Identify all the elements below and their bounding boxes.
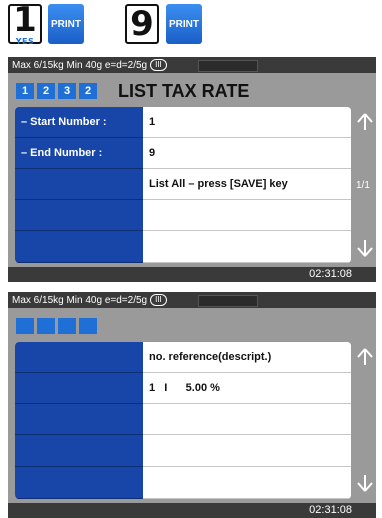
step-indicator-2 (16, 318, 97, 334)
list-item[interactable]: 1 I 5.00 % (15, 373, 351, 404)
step-3: 3 (58, 83, 76, 99)
arrow-down-icon[interactable] (353, 470, 376, 496)
step-2 (37, 318, 55, 334)
status-blank (198, 60, 258, 72)
result-table: no. reference(descript.) 1 I 5.00 % (15, 342, 351, 499)
row-label-1 (15, 342, 143, 373)
row-label-3 (15, 404, 143, 435)
clock-2: 02:31:08 (309, 504, 352, 516)
row-value-5 (143, 231, 351, 263)
row-label-4 (15, 200, 143, 231)
step-indicator: 1 2 3 2 (16, 83, 97, 99)
scale-spec: Max 6/15kg Min 40g e=d=2/5g (12, 59, 148, 71)
end-number-row[interactable]: – End Number : 9 (15, 138, 351, 169)
blank-row-5 (15, 231, 351, 263)
row-value-3 (143, 404, 351, 435)
key-1[interactable]: 1 YES (8, 0, 42, 46)
page-title: LIST TAX RATE (118, 81, 250, 101)
row-label-3 (15, 169, 143, 200)
key-9-digit: 9 (130, 4, 154, 44)
status-bar-2: Max 6/15kg Min 40g e=d=2/5g III (8, 292, 376, 308)
end-number-label: – End Number : (15, 138, 143, 169)
blank-row-5 (15, 467, 351, 499)
start-number-label: – Start Number : (15, 107, 143, 138)
print-key-2[interactable]: PRINT (166, 4, 202, 44)
start-number-row[interactable]: – Start Number : 1 (15, 107, 351, 138)
page-indicator: 1/1 (356, 180, 370, 191)
bottom-bar-2: 02:31:08 (8, 503, 376, 518)
step-1: 1 (16, 83, 34, 99)
blank-row-3 (15, 404, 351, 435)
status-bar: Max 6/15kg Min 40g e=d=2/5g III (8, 57, 376, 73)
end-number-field[interactable]: 9 (143, 138, 351, 169)
arrow-up-icon[interactable] (353, 344, 376, 370)
scale-spec-2: Max 6/15kg Min 40g e=d=2/5g (12, 294, 148, 306)
row-value-4 (143, 435, 351, 467)
accuracy-class-badge-2: III (150, 294, 167, 306)
arrow-up-icon[interactable] (353, 109, 376, 135)
list-all-hint: List All – press [SAVE] key (143, 169, 351, 200)
step-4: 2 (79, 83, 97, 99)
form-table: – Start Number : 1 – End Number : 9 List… (15, 107, 351, 263)
clock: 02:31:08 (309, 268, 352, 280)
step-3 (58, 318, 76, 334)
accuracy-class-badge: III (150, 59, 167, 71)
column-header: no. reference(descript.) (143, 342, 351, 373)
bottom-bar: 02:31:08 (8, 267, 376, 282)
step-4 (79, 318, 97, 334)
row-label-5 (15, 467, 143, 499)
row-value-5 (143, 467, 351, 499)
row-value-4 (143, 200, 351, 231)
row-label-5 (15, 231, 143, 263)
status-blank-2 (198, 295, 258, 307)
tax-rate-entry[interactable]: 1 I 5.00 % (143, 373, 351, 404)
start-number-field[interactable]: 1 (143, 107, 351, 138)
row-label-2 (15, 373, 143, 404)
header-row: no. reference(descript.) (15, 342, 351, 373)
step-1 (16, 318, 34, 334)
step-2: 2 (37, 83, 55, 99)
arrow-down-icon[interactable] (353, 235, 376, 261)
key-1-digit: 1 (13, 0, 37, 40)
blank-row-4 (15, 200, 351, 231)
key-1-sub: YES (15, 36, 35, 46)
row-label-4 (15, 435, 143, 467)
screen-panel-1: Max 6/15kg Min 40g e=d=2/5g III 1 2 3 2 … (8, 57, 376, 282)
screen-panel-2: Max 6/15kg Min 40g e=d=2/5g III no. refe… (8, 292, 376, 518)
print-key-1[interactable]: PRINT (48, 4, 84, 44)
blank-row-4 (15, 435, 351, 467)
key-9[interactable]: 9 (125, 4, 159, 44)
list-all-row[interactable]: List All – press [SAVE] key (15, 169, 351, 200)
